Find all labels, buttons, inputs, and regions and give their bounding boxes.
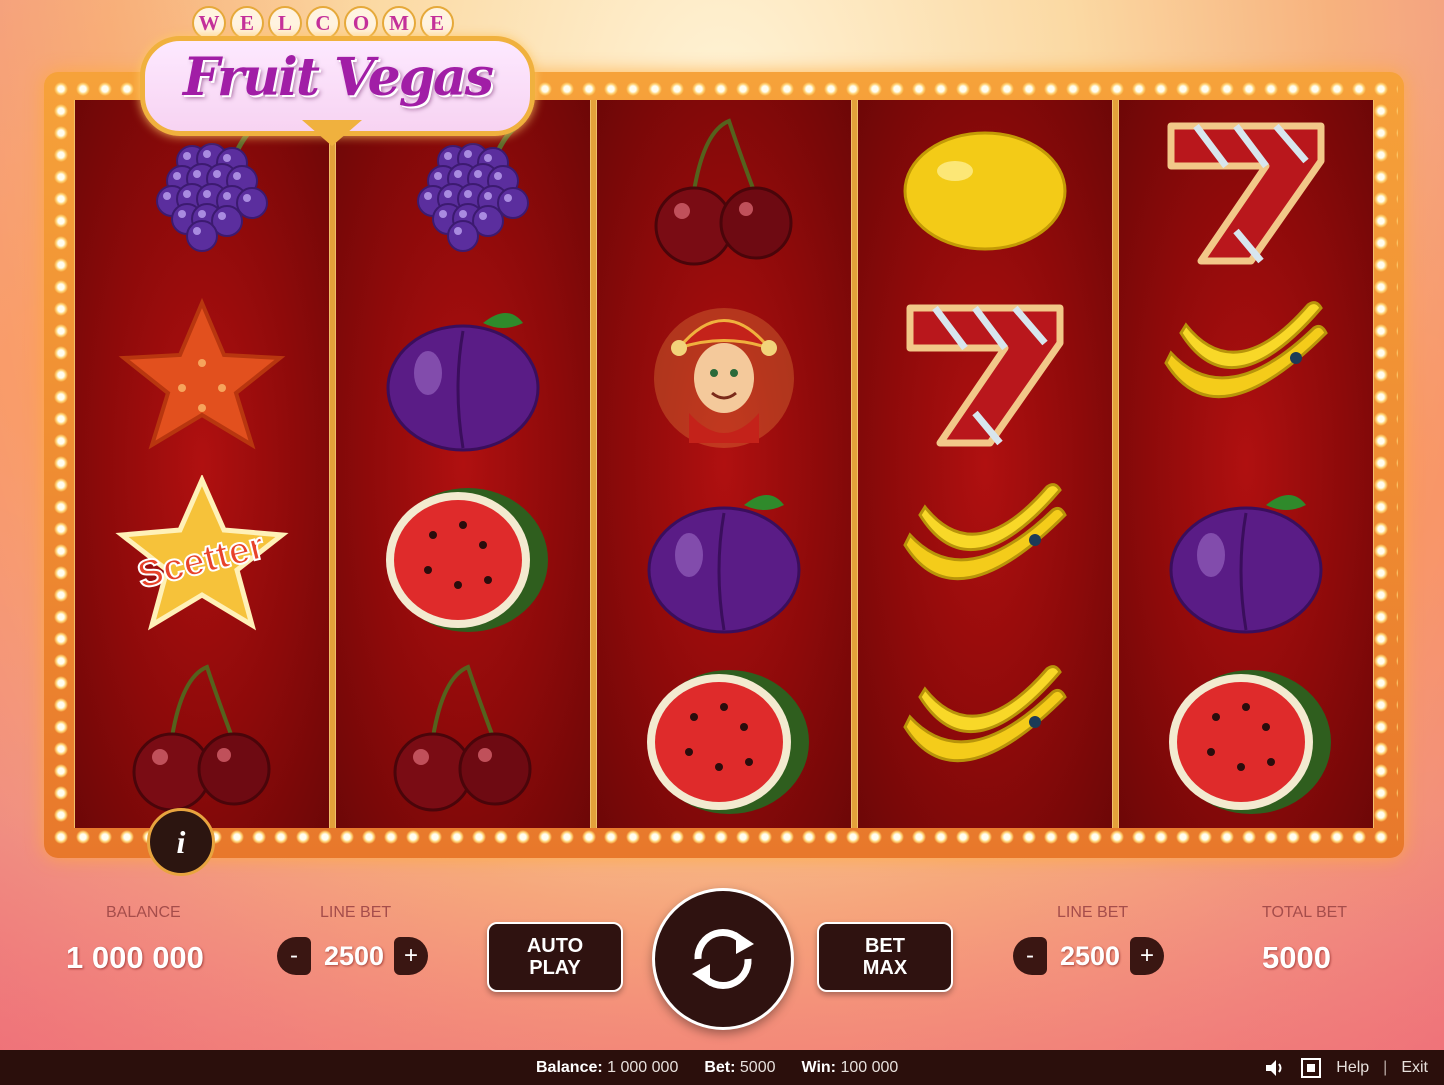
line-bet-value-right: 2500	[1060, 941, 1121, 971]
status-balance-label: Balance:	[536, 1059, 603, 1076]
total-bet-label: TOTAL BET	[1262, 904, 1348, 921]
cherry-icon	[132, 664, 271, 812]
joker-icon	[654, 308, 794, 448]
status-win: Win: 100 000	[802, 1059, 899, 1077]
banana-symbol	[1146, 288, 1346, 458]
sign-tip	[302, 120, 362, 146]
welcome-letter: W	[192, 6, 226, 40]
star-symbol	[102, 288, 302, 458]
plum-symbol	[1146, 470, 1346, 640]
status-bar: Balance: 1 000 000 Bet: 5000 Win: 100 00…	[0, 1050, 1444, 1085]
watermelon-icon	[386, 488, 548, 632]
line-bet-decrease-button-right[interactable]: -	[1013, 937, 1047, 975]
plum-icon	[1169, 495, 1323, 634]
status-win-value: 100 000	[840, 1059, 899, 1076]
reel-5	[1118, 100, 1374, 828]
watermelon-icon	[1169, 670, 1331, 814]
sound-icon[interactable]	[1264, 1058, 1286, 1078]
total-bet-value: 5000	[1262, 940, 1331, 975]
reel-4	[857, 100, 1113, 828]
line-bet-label-left: LINE BET	[320, 904, 392, 921]
plum-icon	[386, 313, 540, 452]
welcome-letter: C	[306, 6, 340, 40]
cherry-symbol	[102, 652, 302, 822]
bet-max-button[interactable]: BET MAX	[817, 922, 953, 992]
balance-value: 1 000 000	[66, 940, 204, 975]
status-win-label: Win:	[801, 1059, 837, 1076]
reel-1: Scetter	[74, 100, 330, 828]
status-actions: Help | Exit	[1264, 1057, 1428, 1079]
fullscreen-icon[interactable]	[1300, 1057, 1322, 1079]
status-bet-value: 5000	[739, 1059, 776, 1076]
scatter-icon: Scetter	[115, 475, 289, 631]
line-bet-value-left: 2500	[324, 941, 385, 971]
line-bet-label-right: LINE BET	[1057, 904, 1129, 921]
banana-icon	[903, 483, 1067, 581]
welcome-letter: O	[344, 6, 378, 40]
banana-icon	[1164, 301, 1328, 399]
spin-arrows-icon	[692, 929, 754, 989]
star-icon	[118, 297, 286, 450]
plum-symbol	[363, 288, 563, 458]
exit-link[interactable]: Exit	[1401, 1059, 1428, 1077]
welcome-sign-logo: WELCOME Fruit Vegas	[140, 2, 535, 152]
watermelon-icon	[647, 670, 809, 814]
welcome-letter: E	[420, 6, 454, 40]
banana-symbol	[885, 470, 1085, 640]
reels-area: Scetter	[74, 100, 1374, 828]
watermelon-symbol	[1146, 652, 1346, 822]
separator: |	[1383, 1059, 1388, 1076]
welcome-letter: E	[230, 6, 264, 40]
banana-icon	[903, 665, 1067, 763]
spin-button[interactable]	[652, 888, 794, 1030]
info-button[interactable]: i	[147, 808, 215, 876]
status-balance-value: 1 000 000	[607, 1059, 679, 1076]
lemon-icon	[903, 131, 1067, 251]
balance-label: BALANCE	[106, 904, 181, 921]
seven-symbol	[1146, 106, 1346, 276]
watermelon-symbol	[624, 652, 824, 822]
seven-icon	[906, 304, 1064, 447]
status-balance: Balance: 1 000 000	[536, 1059, 678, 1077]
cherry-symbol	[624, 106, 824, 276]
joker-symbol	[624, 288, 824, 458]
welcome-letter: L	[268, 6, 302, 40]
plum-symbol	[624, 470, 824, 640]
cherry-icon	[654, 118, 793, 266]
seven-symbol	[885, 288, 1085, 458]
status-summary: Balance: 1 000 000 Bet: 5000 Win: 100 00…	[536, 1059, 898, 1077]
plum-icon	[647, 495, 801, 634]
welcome-letters: WELCOME	[192, 6, 454, 40]
auto-play-button[interactable]: AUTO PLAY	[487, 922, 623, 992]
seven-icon	[1167, 122, 1325, 265]
game-title: Fruit Vegas	[182, 47, 494, 108]
help-link[interactable]: Help	[1336, 1059, 1369, 1077]
status-bet: Bet: 5000	[704, 1059, 775, 1077]
reel-3	[596, 100, 852, 828]
watermelon-symbol	[363, 470, 563, 640]
welcome-letter: M	[382, 6, 416, 40]
cherry-symbol	[363, 652, 563, 822]
scatter-symbol: Scetter	[102, 470, 302, 640]
cherry-icon	[393, 664, 532, 812]
lemon-symbol	[885, 106, 1085, 276]
reel-2	[335, 100, 591, 828]
banana-symbol	[885, 652, 1085, 822]
line-bet-decrease-button-left[interactable]: -	[277, 937, 311, 975]
status-bet-label: Bet:	[704, 1059, 736, 1076]
